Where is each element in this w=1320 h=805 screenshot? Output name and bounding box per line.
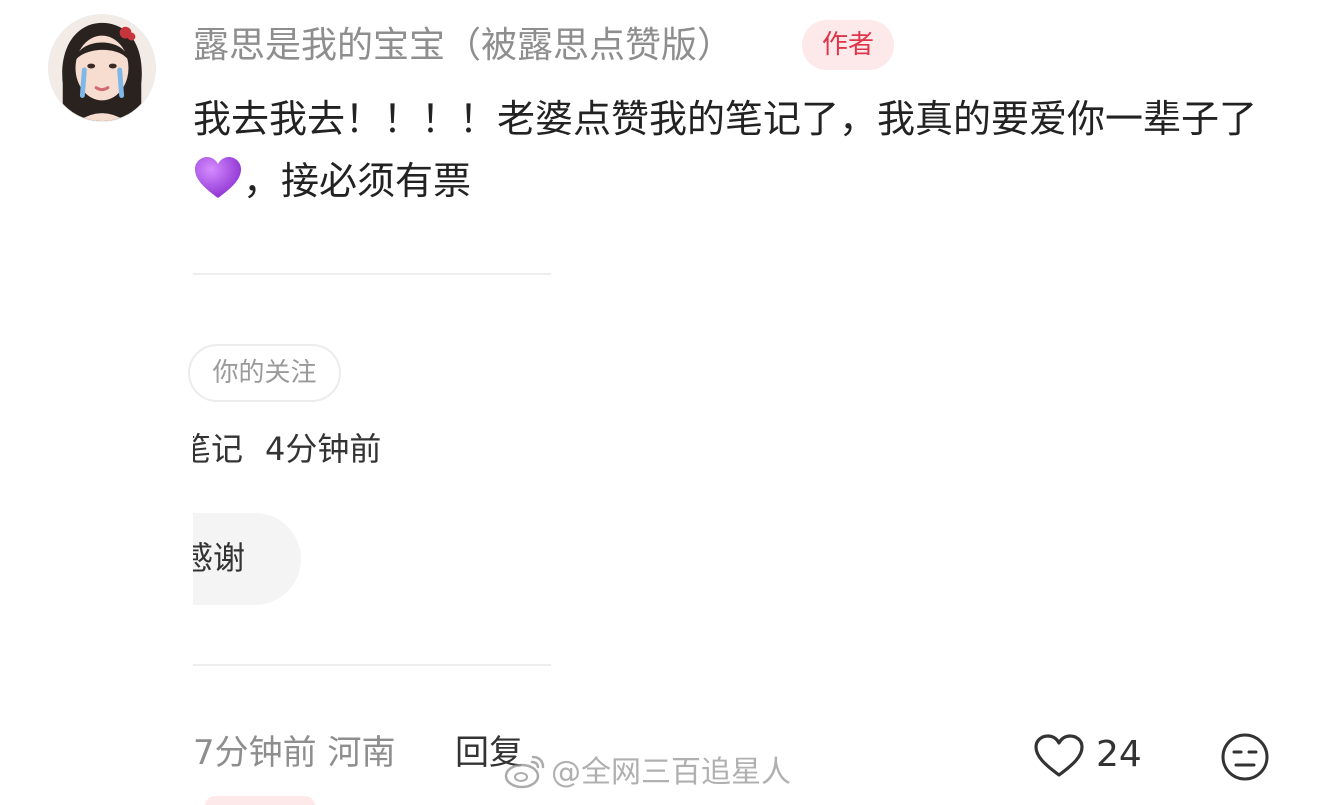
heart-outline-icon[interactable] xyxy=(1033,733,1085,779)
user-avatar[interactable] xyxy=(48,14,156,122)
like-count: 24 xyxy=(1096,734,1142,775)
card-time: 4分钟前 xyxy=(265,430,382,468)
username[interactable]: 露思是我的宝宝（被露思点赞版） xyxy=(193,22,733,70)
comment-text-part1: 我去我去！！！！老婆点赞我的笔记了，我真的要爱你一辈子了 xyxy=(193,97,1258,141)
next-comment-badge-peek xyxy=(205,796,315,805)
comment-screen: 露思是我的宝宝（被露思点赞版） 作者 我去我去！！！！老婆点赞我的笔记了，我真的… xyxy=(0,0,1320,805)
card-type-label: 笔记 xyxy=(193,430,244,468)
card-meta-line: 笔记 4分钟前 xyxy=(193,426,513,472)
comment-time-location: 7分钟前 河南 xyxy=(193,733,396,773)
purple-heart-icon xyxy=(193,156,243,200)
watermark-text: @全网三百追星人 xyxy=(551,755,791,790)
comment-text-part2: ，接必须有票 xyxy=(243,159,472,203)
weibo-watermark: @全网三百追星人 xyxy=(503,748,791,798)
divider xyxy=(193,273,551,275)
dislike-face-icon[interactable] xyxy=(1220,732,1270,782)
author-badge: 作者 xyxy=(802,20,894,70)
avatar-image xyxy=(49,15,155,121)
thanks-bubble[interactable]: 感谢 xyxy=(193,513,301,605)
comment-text: 我去我去！！！！老婆点赞我的笔记了，我真的要爱你一辈子了 ，接必须有票 xyxy=(193,88,1283,212)
thanks-text: 感谢 xyxy=(193,539,246,577)
divider xyxy=(193,664,551,666)
weibo-logo-icon xyxy=(503,751,547,791)
your-following-chip[interactable]: 你的关注 xyxy=(188,344,341,402)
